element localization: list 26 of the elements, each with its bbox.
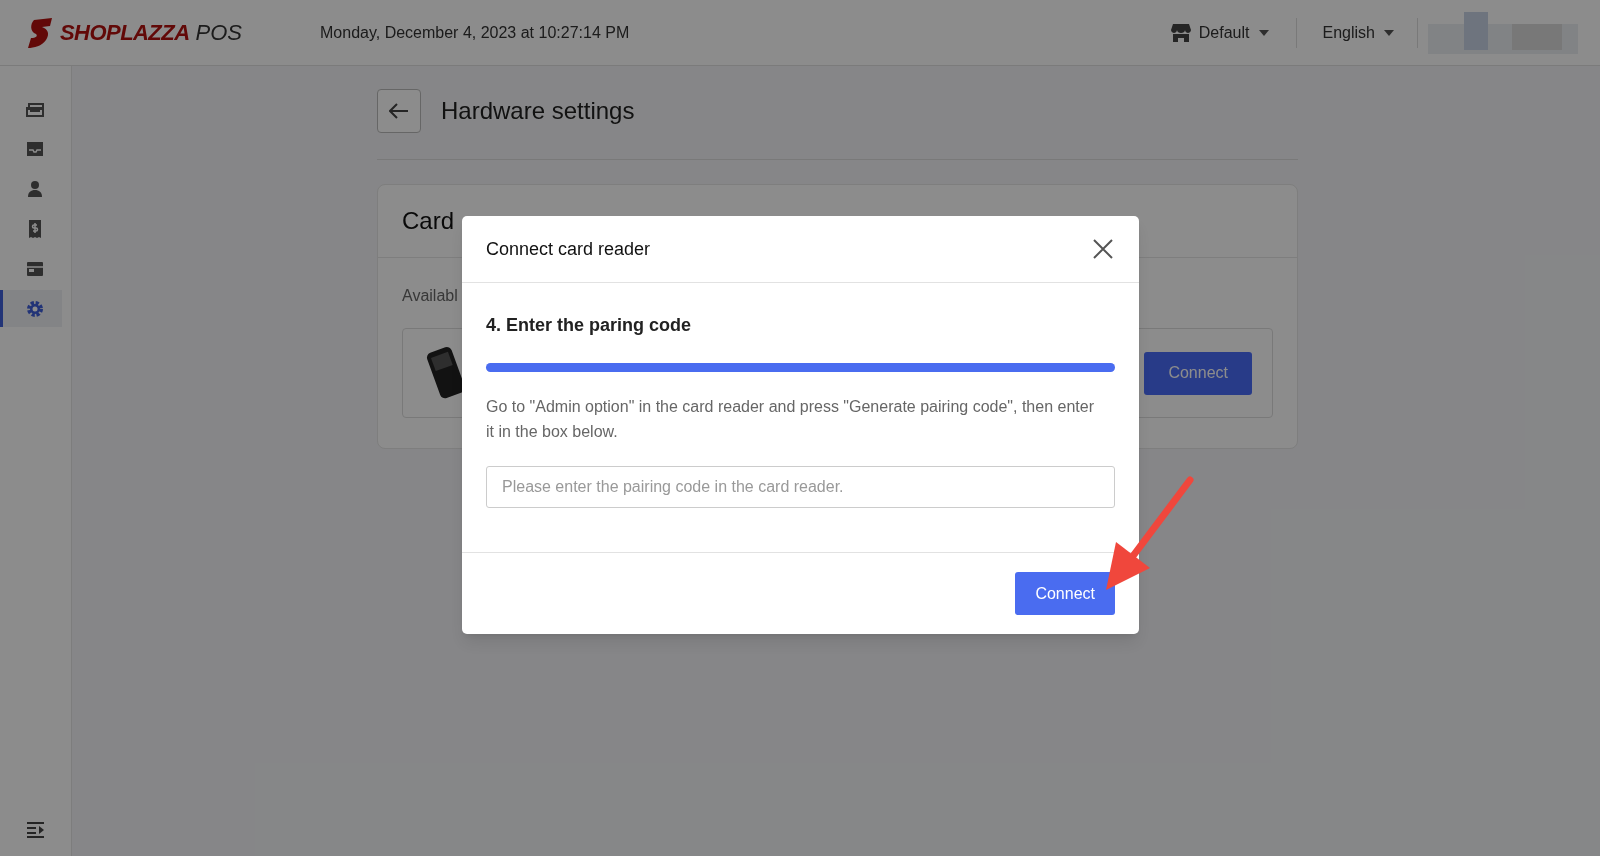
card-subtitle: Availabl bbox=[402, 287, 458, 304]
step-title: 4. Enter the paring code bbox=[486, 314, 693, 337]
collapse-menu-icon bbox=[26, 822, 45, 838]
connect-button[interactable]: Connect bbox=[1144, 351, 1252, 395]
logo-text: SHOPLAZZA bbox=[60, 19, 190, 47]
caret-icon bbox=[1383, 28, 1395, 37]
back-arrow-icon bbox=[389, 103, 409, 119]
store-icon bbox=[1170, 23, 1191, 42]
close-icon bbox=[1093, 239, 1113, 259]
caret-icon bbox=[1257, 28, 1270, 37]
logo-suffix: POS bbox=[195, 19, 242, 47]
date-time: Monday, December 4, 2023 at 10:27:14 PM bbox=[320, 22, 630, 43]
language-dropdown[interactable]: English bbox=[1310, 20, 1407, 45]
instructions-text: Go to "Admin option" in the card reader and press "Generate pairing code", then enter it in the box below. bbox=[486, 397, 1095, 442]
page-title: Hardware settings bbox=[441, 96, 635, 126]
card-title: Card bbox=[402, 206, 455, 236]
modal-title: Connect card reader bbox=[486, 237, 651, 261]
pairing-code-field[interactable]: Please enter the pairing code in the card reader. bbox=[486, 466, 1115, 508]
store-dropdown[interactable]: Default bbox=[1158, 20, 1282, 45]
person-icon bbox=[25, 178, 45, 199]
connect-button[interactable]: Connect bbox=[1015, 572, 1115, 615]
settings-icon bbox=[25, 298, 45, 319]
logo-icon bbox=[28, 17, 54, 48]
back-button[interactable] bbox=[377, 89, 421, 133]
close-button[interactable] bbox=[1091, 237, 1115, 261]
sidebar-item[interactable] bbox=[0, 290, 62, 327]
